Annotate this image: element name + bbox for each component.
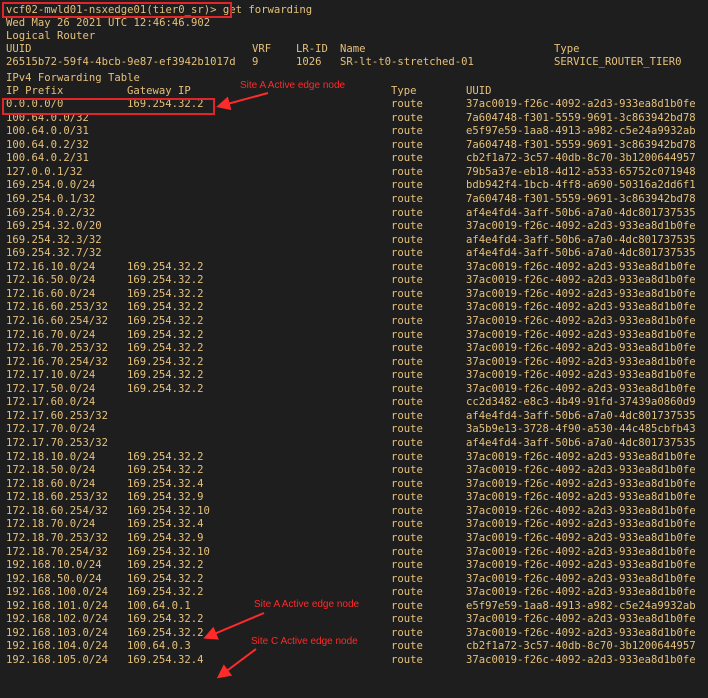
arrow-site-a-top — [216, 92, 269, 111]
annotation-arrows — [203, 92, 269, 679]
terminal-window[interactable]: vcf02-mwld01-nsxedge01(tier0_sr)> get fo… — [0, 0, 708, 698]
arrow-site-c — [216, 648, 257, 679]
arrow-site-a-bottom — [203, 612, 265, 640]
